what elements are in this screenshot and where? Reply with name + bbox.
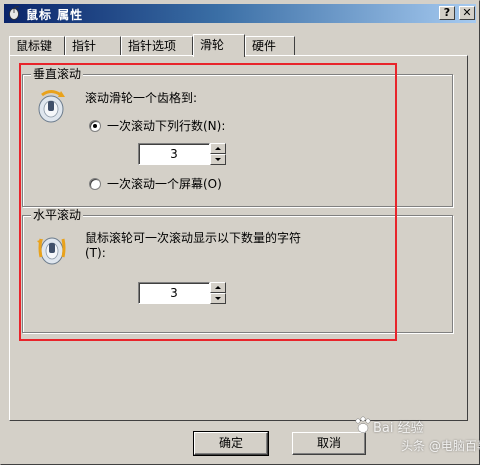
scroll-screen-radio[interactable] bbox=[89, 178, 101, 190]
paw-logo-icon bbox=[355, 416, 371, 433]
watermark-line2: 头条 @电脑百事 bbox=[401, 439, 480, 453]
horizontal-wheel-icon bbox=[37, 237, 66, 265]
tab-buttons[interactable]: 鼠标键 bbox=[9, 36, 65, 56]
tab-pointer-options[interactable]: 指针选项 bbox=[121, 36, 193, 56]
horizontal-scroll-group: 水平滚动 鼠标滚轮可一次滚动显示以下数量的字符 (T): 3 bbox=[22, 208, 453, 333]
watermark: Bai 经验 头条 @电脑百事 bbox=[351, 413, 480, 463]
watermark-line1: Bai 经验 bbox=[373, 421, 424, 436]
scroll-chars-input[interactable]: 3 bbox=[138, 282, 210, 304]
scroll-screen-label[interactable]: 一次滚动一个屏幕(O) bbox=[107, 177, 222, 191]
vertical-wheel-icon bbox=[38, 90, 65, 123]
tab-pointers[interactable]: 指针 bbox=[65, 36, 121, 56]
ok-button[interactable]: 确定 bbox=[193, 431, 269, 456]
tab-hardware[interactable]: 硬件 bbox=[245, 36, 295, 56]
scroll-lines-spinner: 3 bbox=[138, 143, 226, 165]
scroll-lines-label[interactable]: 一次滚动下列行数(N): bbox=[107, 119, 225, 133]
scroll-lines-radio[interactable] bbox=[89, 120, 101, 132]
spin-up-arrow-icon[interactable] bbox=[210, 143, 226, 154]
mouse-properties-dialog: 鼠标 属性 ? ✕ 鼠标键 指针 指针选项 滑轮 硬件 垂直滚动 滚动滑轮一个齿… bbox=[0, 0, 480, 465]
help-button[interactable]: ? bbox=[439, 6, 455, 20]
vertical-instruction: 滚动滑轮一个齿格到: bbox=[85, 91, 198, 105]
mouse-icon bbox=[9, 6, 20, 20]
vertical-scroll-legend: 垂直滚动 bbox=[31, 67, 84, 81]
tab-strip: 鼠标键 指针 指针选项 滑轮 硬件 bbox=[9, 34, 479, 57]
window-title: 鼠标 属性 bbox=[26, 8, 84, 22]
scroll-chars-spinner: 3 bbox=[138, 282, 226, 304]
title-bar[interactable]: 鼠标 属性 ? ✕ bbox=[4, 4, 476, 23]
tab-wheel[interactable]: 滑轮 bbox=[193, 34, 245, 57]
spin-down-arrow-icon[interactable] bbox=[210, 293, 226, 304]
wheel-tab-panel: 垂直滚动 滚动滑轮一个齿格到: 一次滚动下列行数(N): 3 一次滚动一个屏幕(… bbox=[9, 55, 468, 421]
horizontal-scroll-legend: 水平滚动 bbox=[31, 208, 84, 222]
horizontal-instruction-line2: (T): bbox=[85, 246, 106, 260]
horizontal-instruction-line1: 鼠标滚轮可一次滚动显示以下数量的字符 bbox=[85, 231, 302, 245]
close-button[interactable]: ✕ bbox=[459, 6, 475, 20]
vertical-scroll-group: 垂直滚动 滚动滑轮一个齿格到: 一次滚动下列行数(N): 3 一次滚动一个屏幕(… bbox=[22, 67, 453, 207]
spin-up-arrow-icon[interactable] bbox=[210, 282, 226, 293]
scroll-lines-input[interactable]: 3 bbox=[138, 143, 210, 165]
spin-down-arrow-icon[interactable] bbox=[210, 154, 226, 165]
